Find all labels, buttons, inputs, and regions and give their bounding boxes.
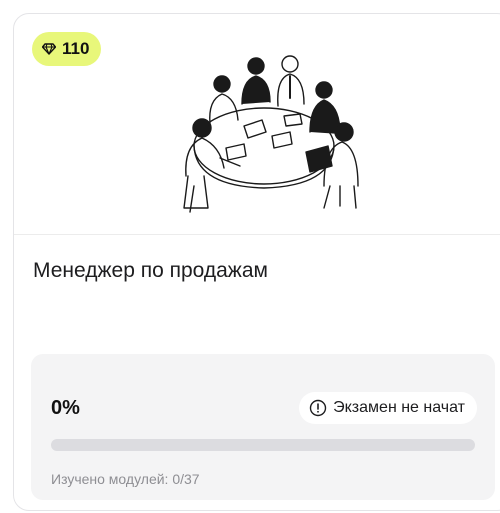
modules-studied: Изучено модулей: 0/37 (51, 471, 200, 487)
progress-percent: 0% (51, 397, 80, 419)
diamond-icon (42, 43, 56, 55)
team-meeting-illustration (183, 55, 359, 213)
progress-bar (51, 439, 475, 451)
course-title: Менеджер по продажам (33, 259, 268, 282)
alert-circle-icon (309, 399, 327, 417)
exam-status-badge: Экзамен не начат (299, 392, 477, 424)
progress-panel: 0% Экзамен не начат Изучено модулей: 0/3… (31, 354, 495, 500)
exam-status-label: Экзамен не начат (333, 399, 465, 416)
points-value: 110 (62, 39, 90, 58)
course-card[interactable]: 110 Менеджер по продажам 0% Экзамен не н… (13, 13, 500, 511)
course-hero: 110 (14, 14, 500, 235)
points-badge: 110 (32, 32, 102, 66)
